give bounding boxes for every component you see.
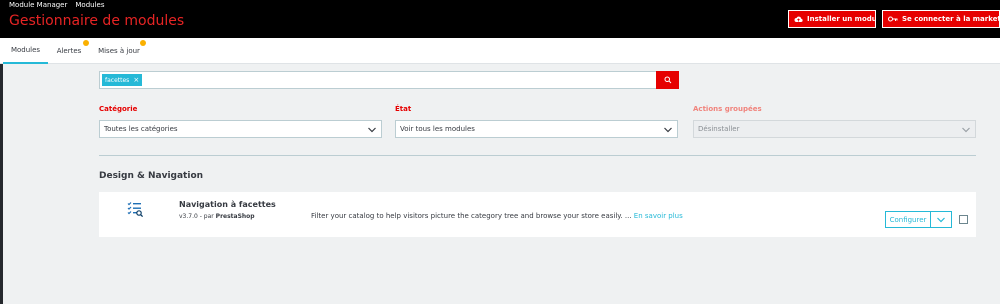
bulk-actions-select[interactable]: Désinstaller xyxy=(693,120,976,138)
connect-marketplace-label: Se connecter à la marketplace A xyxy=(902,15,999,23)
tab-modules-label: Modules xyxy=(10,46,41,54)
install-module-label: Installer un module xyxy=(807,15,875,23)
state-select-value: Voir tous les modules xyxy=(400,125,475,133)
key-icon xyxy=(888,16,898,22)
tab-alerts[interactable]: Alertes xyxy=(50,38,89,64)
module-search-input[interactable]: facettes × xyxy=(99,71,657,89)
install-module-button[interactable]: Installer un module xyxy=(788,10,876,28)
tab-modules[interactable]: Modules xyxy=(3,38,48,64)
state-filter-label: État xyxy=(395,105,412,113)
module-name: Navigation à facettes xyxy=(179,200,276,209)
configure-button[interactable]: Configurer xyxy=(885,211,931,228)
module-version: v3.7.0 - par xyxy=(179,213,214,220)
bulk-actions-label: Actions groupées xyxy=(693,105,762,113)
module-meta: v3.7.0 - par PrestaShop xyxy=(179,213,255,220)
breadcrumb: Module Manager Modules xyxy=(9,1,104,9)
close-icon[interactable]: × xyxy=(133,76,139,84)
module-description: Filter your catalog to help visitors pic… xyxy=(311,212,632,220)
top-header: Module Manager Modules Gestionnaire de m… xyxy=(0,0,1000,38)
updates-notification-badge xyxy=(140,40,146,46)
category-select[interactable]: Toutes les catégories xyxy=(99,120,382,138)
alerts-notification-badge xyxy=(83,40,89,46)
category-select-value: Toutes les catégories xyxy=(104,125,178,133)
module-actions-dropdown-button[interactable] xyxy=(930,211,952,228)
module-description-line: Filter your catalog to help visitors pic… xyxy=(311,212,683,220)
facet-module-icon xyxy=(127,202,143,217)
section-divider xyxy=(99,155,976,156)
search-button[interactable] xyxy=(656,71,679,89)
breadcrumb-item-modules[interactable]: Modules xyxy=(75,1,104,9)
search-icon xyxy=(664,76,671,84)
category-filter-label: Catégorie xyxy=(99,105,138,113)
page-title: Gestionnaire de modules xyxy=(9,13,185,29)
configure-label: Configurer xyxy=(889,215,927,224)
tab-alerts-label: Alertes xyxy=(56,47,82,55)
tab-updates[interactable]: Mises à jour xyxy=(92,38,146,64)
category-section-title: Design & Navigation xyxy=(99,171,204,181)
module-author: PrestaShop xyxy=(215,213,255,220)
breadcrumb-item-module-manager[interactable]: Module Manager xyxy=(9,1,67,9)
tabs-bar: Modules Alertes Mises à jour xyxy=(0,38,1000,64)
module-select-checkbox[interactable] xyxy=(959,215,968,224)
bulk-actions-value: Désinstaller xyxy=(698,125,740,133)
cloud-upload-icon xyxy=(794,16,803,22)
chevron-down-icon xyxy=(962,127,970,133)
state-select[interactable]: Voir tous les modules xyxy=(395,120,678,138)
search-tag-chip: facettes × xyxy=(102,74,143,86)
search-tag-label: facettes xyxy=(105,76,130,84)
chevron-down-icon xyxy=(664,127,672,133)
chevron-down-icon xyxy=(368,127,376,133)
connect-marketplace-button[interactable]: Se connecter à la marketplace A xyxy=(882,10,1000,28)
chevron-down-icon xyxy=(937,217,945,223)
read-more-link[interactable]: En savoir plus xyxy=(634,212,683,220)
module-card: Navigation à facettes v3.7.0 - par Prest… xyxy=(99,192,976,237)
tab-updates-label: Mises à jour xyxy=(98,47,140,55)
